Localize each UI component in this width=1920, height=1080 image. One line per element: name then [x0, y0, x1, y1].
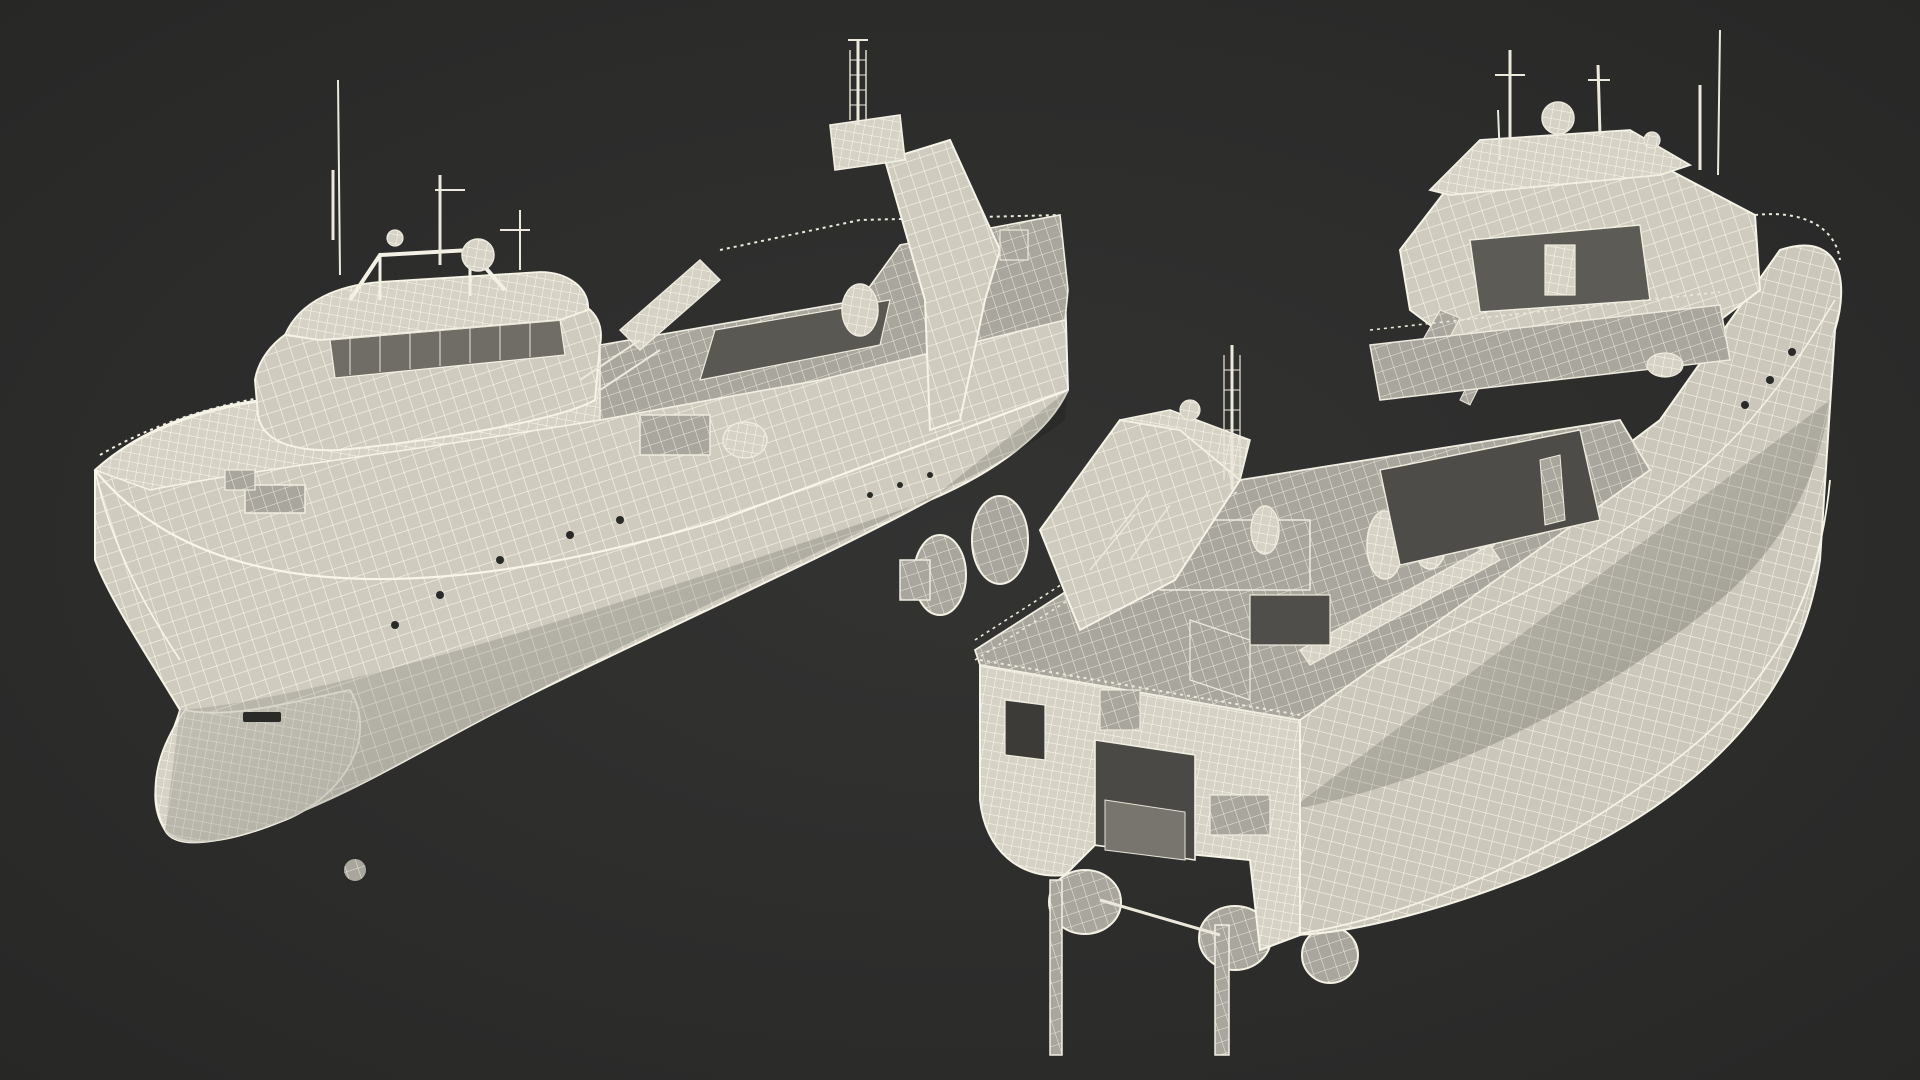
scene-svg	[93, 29, 1843, 1056]
ship-stern-view	[973, 29, 1843, 1056]
stern-view-rudder-right	[1214, 924, 1230, 1056]
stern-view-bridge	[1369, 129, 1762, 406]
ship-bow-view	[93, 39, 1070, 883]
bow-view-masts	[331, 79, 530, 276]
stern-view-rudder-left	[1049, 879, 1063, 1056]
bow-view-propellers	[899, 495, 1029, 616]
render-viewport	[0, 0, 1920, 1080]
bow-view-winch	[639, 414, 711, 456]
